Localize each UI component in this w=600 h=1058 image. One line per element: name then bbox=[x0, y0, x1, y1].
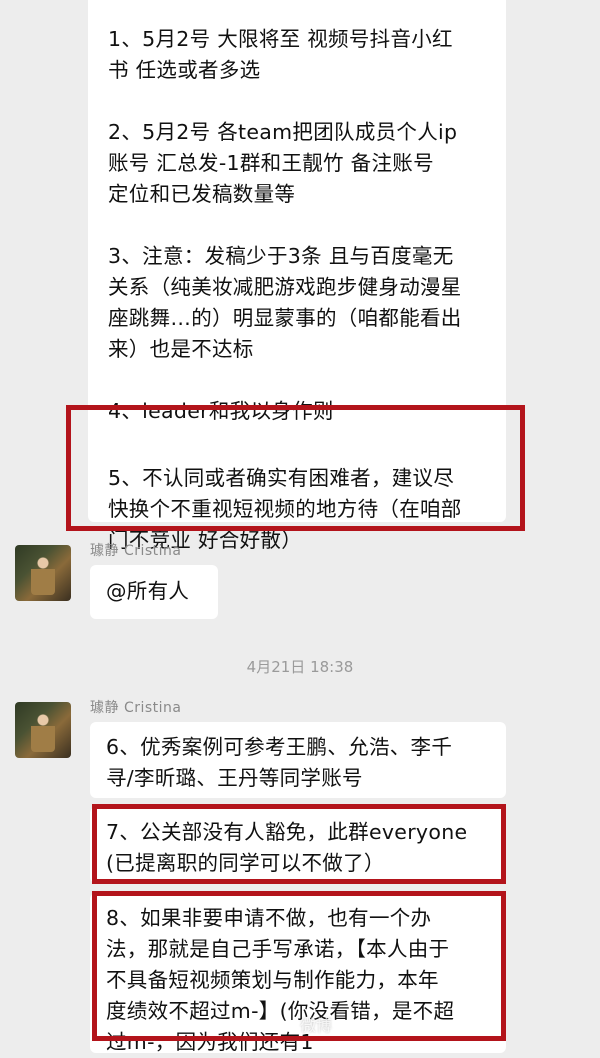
message-item-2: 2、5月2号 各team把团队成员个人ip 账号 汇总发-1群和王靓竹 备注账号… bbox=[108, 120, 458, 206]
message-bubble-top[interactable]: 1、5月2号 大限将至 视频号抖音小红 书 任选或者多选 2、5月2号 各tea… bbox=[88, 0, 506, 552]
message-item-6: 6、优秀案例可参考王鹏、允浩、李千 寻/李昕璐、王丹等同学账号 bbox=[106, 735, 453, 790]
message-bubble-8[interactable]: 8、如果非要申请不做，也有一个办 法，那就是自己手写承诺，【本人由于 不具备短视… bbox=[90, 893, 506, 1054]
mention-text: @所有人 bbox=[106, 579, 190, 603]
message-item-4: 4、leader和我以身作则 bbox=[108, 399, 334, 423]
sender-name: 璩静 Cristina bbox=[90, 543, 182, 559]
message-bubble-7[interactable]: 7、公关部没有人豁免，此群everyone (已提离职的同学可以不做了） bbox=[90, 807, 506, 883]
avatar-figure bbox=[31, 555, 55, 595]
message-item-3: 3、注意：发稿少于3条 且与百度毫无 关系（纯美妆减肥游戏跑步健身动漫星 座跳舞… bbox=[108, 244, 462, 361]
message-item-1: 1、5月2号 大限将至 视频号抖音小红 书 任选或者多选 bbox=[108, 27, 453, 82]
message-item-8: 8、如果非要申请不做，也有一个办 法，那就是自己手写承诺，【本人由于 不具备短视… bbox=[106, 906, 455, 1054]
sender-name: 璩静 Cristina bbox=[90, 700, 182, 716]
avatar[interactable] bbox=[15, 545, 71, 601]
message-item-7: 7、公关部没有人豁免，此群everyone (已提离职的同学可以不做了） bbox=[106, 820, 468, 875]
mention-bubble[interactable]: @所有人 bbox=[90, 565, 218, 619]
message-timestamp: 4月21日 18:38 bbox=[246, 658, 354, 676]
avatar[interactable] bbox=[15, 702, 71, 758]
message-bubble-6[interactable]: 6、优秀案例可参考王鹏、允浩、李千 寻/李昕璐、王丹等同学账号 bbox=[90, 722, 506, 798]
avatar-figure bbox=[31, 712, 55, 752]
watermark: 微博 bbox=[300, 1016, 333, 1035]
